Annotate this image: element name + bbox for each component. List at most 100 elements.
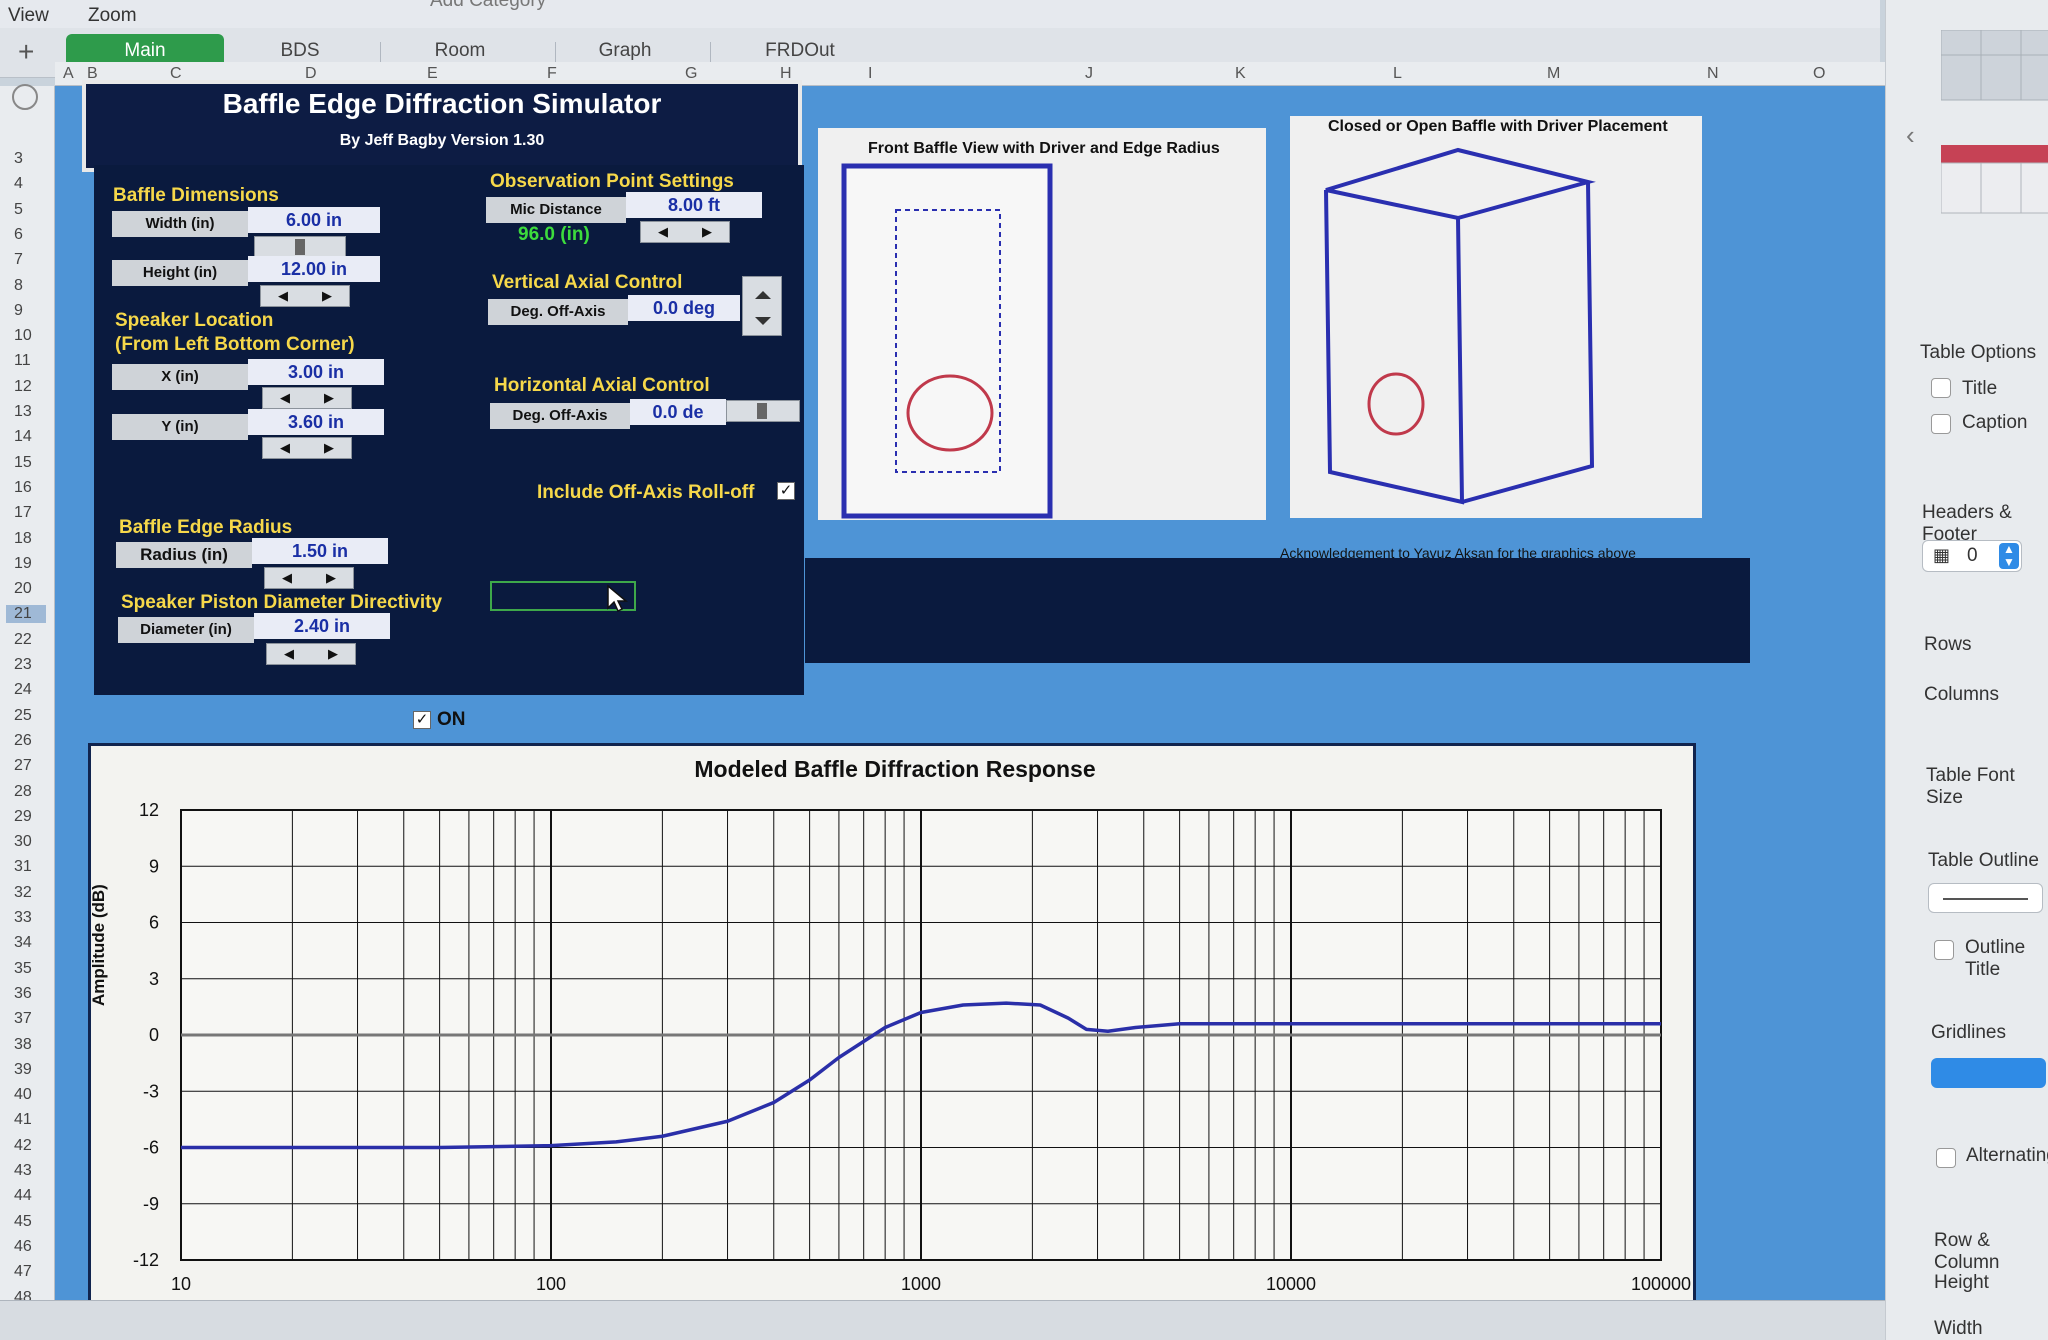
increment-icon[interactable]: ▶	[685, 224, 729, 240]
slider-thumb[interactable]	[295, 239, 305, 255]
column-header[interactable]: K	[1235, 65, 1246, 83]
row-header[interactable]: 8	[14, 277, 23, 295]
horizontal-off-axis-value[interactable]: 0.0 de	[630, 399, 726, 425]
row-header[interactable]: 42	[14, 1137, 32, 1155]
radius-spinner[interactable]: ◀ ▶	[264, 567, 354, 589]
table-style-thumbnails[interactable]	[1941, 30, 2048, 220]
alternating-checkbox[interactable]	[1936, 1148, 1956, 1168]
decrement-icon[interactable]: ◀	[267, 646, 311, 662]
row-header[interactable]: 36	[14, 985, 32, 1003]
row-header[interactable]: 43	[14, 1162, 32, 1180]
row-header[interactable]: 31	[14, 858, 32, 876]
diameter-value[interactable]: 2.40 in	[254, 613, 390, 639]
stepper-arrows-icon[interactable]: ▲ ▼	[1999, 543, 2019, 569]
select-all-icon[interactable]	[12, 84, 38, 110]
y-value[interactable]: 3.60 in	[248, 409, 384, 435]
column-header[interactable]: I	[868, 65, 872, 83]
radius-value[interactable]: 1.50 in	[252, 538, 388, 564]
height-spinner[interactable]: ◀ ▶	[260, 285, 350, 307]
mic-distance-value[interactable]: 8.00 ft	[626, 192, 762, 218]
row-header[interactable]: 30	[14, 833, 32, 851]
row-header[interactable]: 4	[14, 175, 23, 193]
row-header[interactable]: 15	[14, 454, 32, 472]
collapse-sidebar-icon[interactable]: ‹	[1906, 120, 1915, 151]
y-spinner[interactable]: ◀ ▶	[262, 437, 352, 459]
title-option[interactable]: Title	[1962, 378, 1997, 400]
row-header[interactable]: 41	[14, 1111, 32, 1129]
row-header[interactable]: 27	[14, 757, 32, 775]
row-header[interactable]: 23	[14, 656, 32, 674]
increment-icon[interactable]: ▶	[307, 390, 351, 406]
row-header[interactable]: 29	[14, 808, 32, 826]
vertical-off-axis-value[interactable]: 0.0 deg	[628, 295, 740, 321]
column-header[interactable]: N	[1707, 65, 1719, 83]
row-header[interactable]: 34	[14, 934, 32, 952]
row-header[interactable]: 39	[14, 1061, 32, 1079]
row-header[interactable]: 47	[14, 1263, 32, 1281]
row-header[interactable]: 19	[14, 555, 32, 573]
height-value[interactable]: 12.00 in	[248, 256, 380, 282]
row-header[interactable]: 14	[14, 428, 32, 446]
increment-icon[interactable]: ▶	[305, 288, 349, 304]
alternating-option[interactable]: Alternating	[1966, 1145, 2048, 1167]
row-header[interactable]: 26	[14, 732, 32, 750]
outline-title-option[interactable]: Outline Title	[1965, 937, 2048, 981]
horizontal-slider[interactable]	[726, 400, 800, 422]
increment-icon[interactable]: ▶	[311, 646, 355, 662]
decrement-icon[interactable]: ◀	[265, 570, 309, 586]
row-header[interactable]: 33	[14, 909, 32, 927]
decrement-icon[interactable]: ◀	[641, 224, 685, 240]
mic-distance-spinner[interactable]: ◀ ▶	[640, 221, 730, 243]
row-header[interactable]: 3	[14, 150, 23, 168]
column-header[interactable]: L	[1393, 65, 1402, 83]
title-checkbox[interactable]	[1931, 378, 1951, 398]
gridlines-toggle[interactable]	[1931, 1058, 2046, 1088]
add-sheet-icon[interactable]: +	[18, 36, 34, 68]
row-header[interactable]: 24	[14, 681, 32, 699]
on-checkbox[interactable]: ✓	[413, 711, 431, 729]
column-header[interactable]: M	[1547, 65, 1560, 83]
row-header[interactable]: 13	[14, 403, 32, 421]
row-header[interactable]: 17	[14, 504, 32, 522]
row-header[interactable]: 45	[14, 1213, 32, 1231]
column-header[interactable]: A	[63, 65, 74, 83]
row-header[interactable]: 44	[14, 1187, 32, 1205]
header-count-stepper[interactable]: ▦ 0 ▲ ▼	[1922, 540, 2022, 572]
menu-view[interactable]: View	[8, 5, 49, 27]
row-header[interactable]: 40	[14, 1086, 32, 1104]
row-header[interactable]: 25	[14, 707, 32, 725]
row-header[interactable]: 5	[14, 201, 23, 219]
row-header[interactable]: 12	[14, 378, 32, 396]
width-slider[interactable]	[254, 236, 346, 258]
rolloff-checkbox[interactable]: ✓	[777, 482, 795, 500]
row-header[interactable]: 11	[14, 352, 31, 370]
row-header[interactable]: 18	[14, 530, 32, 548]
row-header[interactable]: 32	[14, 884, 32, 902]
vertical-up-down-stepper[interactable]	[742, 276, 782, 336]
decrement-icon[interactable]: ◀	[261, 288, 305, 304]
caption-option[interactable]: Caption	[1962, 412, 2028, 434]
x-value[interactable]: 3.00 in	[248, 359, 384, 385]
row-header[interactable]: 16	[14, 479, 32, 497]
outline-style-picker[interactable]	[1928, 883, 2043, 913]
row-header[interactable]: 28	[14, 783, 32, 801]
row-header[interactable]: 37	[14, 1010, 32, 1028]
row-header[interactable]: 9	[14, 302, 23, 320]
row-header[interactable]: 35	[14, 960, 32, 978]
row-header[interactable]: 20	[14, 580, 32, 598]
row-header[interactable]: 22	[14, 631, 32, 649]
increment-icon[interactable]: ▶	[309, 570, 353, 586]
column-header[interactable]: J	[1085, 65, 1093, 83]
width-value[interactable]: 6.00 in	[248, 207, 380, 233]
row-header[interactable]: 7	[14, 251, 23, 269]
caption-checkbox[interactable]	[1931, 414, 1951, 434]
row-header[interactable]: 6	[14, 226, 23, 244]
decrement-icon[interactable]: ◀	[263, 390, 307, 406]
row-header[interactable]: 38	[14, 1036, 32, 1054]
diameter-spinner[interactable]: ◀ ▶	[266, 643, 356, 665]
menu-zoom[interactable]: Zoom	[88, 5, 137, 27]
decrement-icon[interactable]: ◀	[263, 440, 307, 456]
row-header[interactable]: 21	[6, 605, 46, 624]
slider-thumb[interactable]	[757, 403, 767, 419]
row-header[interactable]: 46	[14, 1238, 32, 1256]
